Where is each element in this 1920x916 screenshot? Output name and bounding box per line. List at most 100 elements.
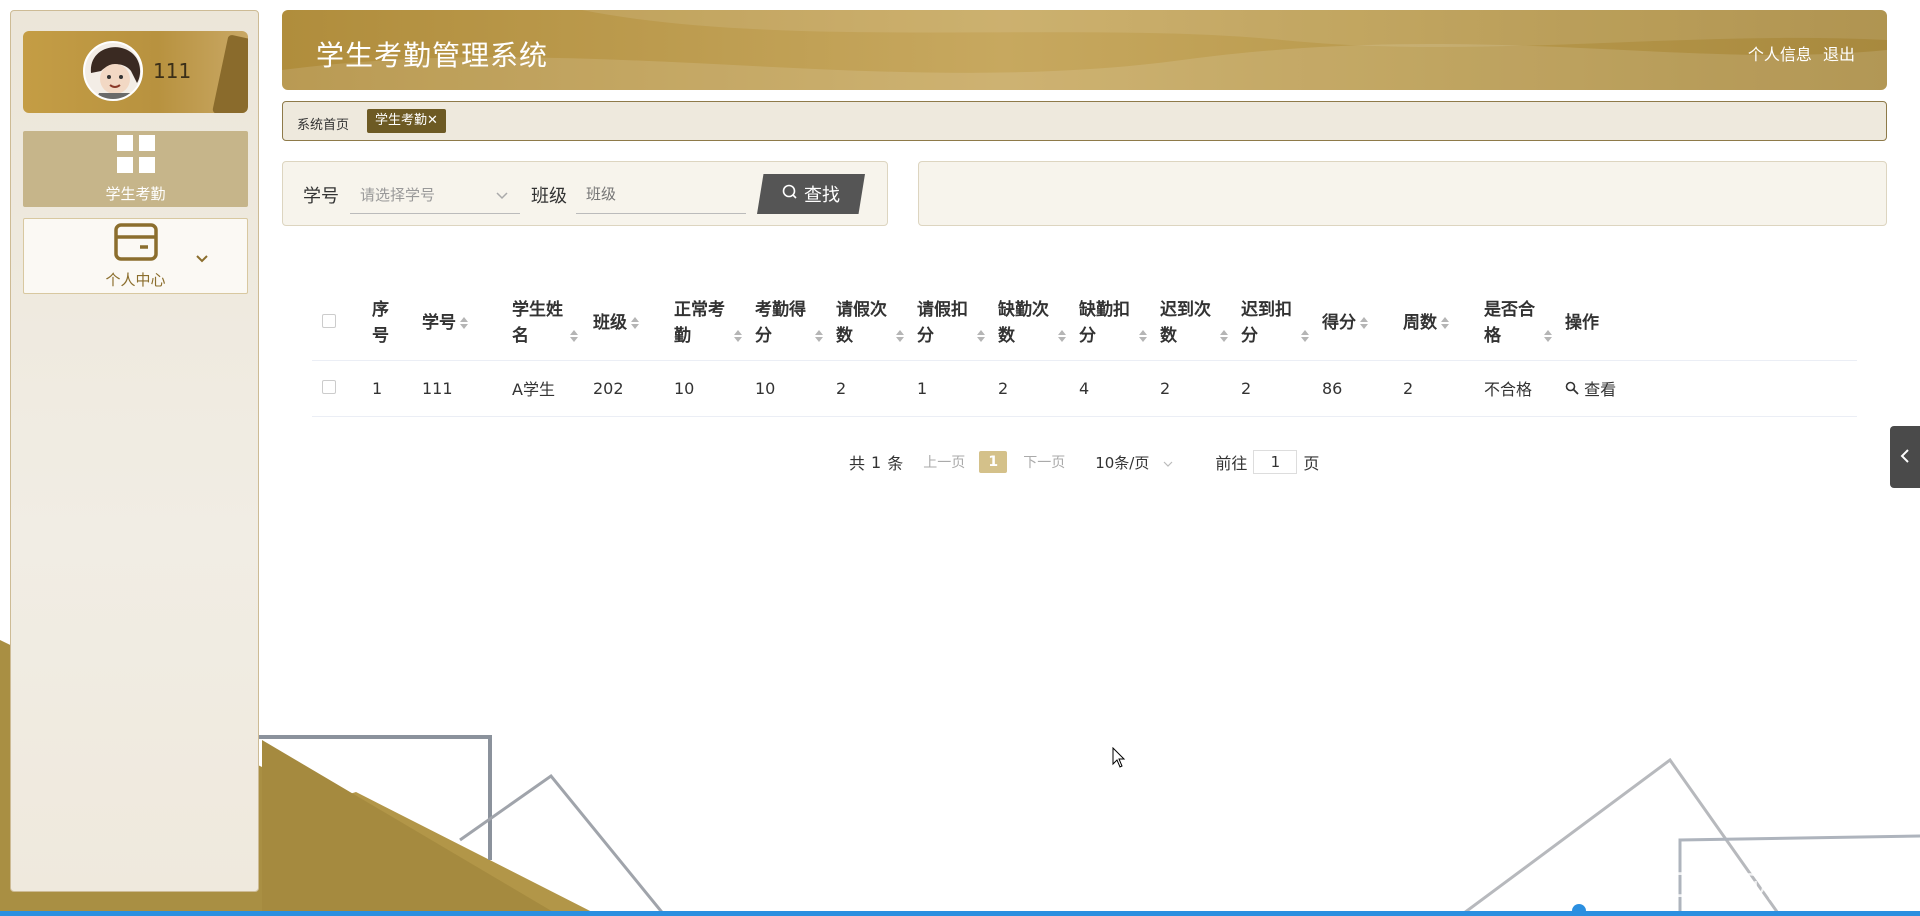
cell-qualified: 不合格 [1474,360,1555,417]
total-suffix: 条 [887,454,904,473]
class-input[interactable] [576,176,746,214]
col-header[interactable]: 学号 [412,287,502,361]
sidebar-item-attendance[interactable]: 学生考勤 [23,131,248,207]
col-header-label: 请假次数 [836,300,887,347]
sort-icon[interactable] [1058,330,1066,343]
cell-actions: 查看 [1555,360,1857,417]
cell-absence-count: 2 [988,360,1069,417]
col-header[interactable]: 缺勤次数 [988,287,1069,361]
sort-icon[interactable] [460,317,468,330]
col-header[interactable]: 请假扣分 [907,287,988,361]
col-header[interactable]: 学生姓名 [502,287,583,361]
table-row: 1 111 A学生 202 10 10 2 1 2 4 2 2 86 2 不合格 [312,360,1857,417]
header: 学生考勤管理系统 个人信息 退出 [282,10,1887,90]
col-header-label: 请假扣分 [917,300,968,347]
sidebar-item-label: 个人中心 [105,270,166,289]
view-button-label: 查看 [1584,380,1617,399]
chevron-down-icon [496,176,508,214]
cell-index: 1 [362,360,412,417]
sort-icon[interactable] [977,330,985,343]
header-links: 个人信息 退出 [1742,41,1855,65]
col-header[interactable]: 迟到次数 [1150,287,1231,361]
side-drawer-toggle[interactable] [1890,426,1920,488]
sort-icon[interactable] [1360,317,1368,330]
tab-student-attendance[interactable]: 学生考勤✕ [367,109,446,133]
col-header[interactable]: 缺勤扣分 [1069,287,1150,361]
page-size-select[interactable]: 10条/页 [1095,452,1173,473]
tabs-bar: 系统首页 学生考勤✕ [282,101,1887,141]
col-header[interactable]: 正常考勤 [664,287,745,361]
logout-link[interactable]: 退出 [1823,45,1855,64]
sort-icon[interactable] [1301,330,1309,343]
page-size-value: 10条/页 [1095,453,1150,472]
col-header-label: 学号 [422,313,456,334]
magnifier-icon [1565,380,1584,399]
tab-home[interactable]: 系统首页 [297,114,349,133]
sort-icon[interactable] [734,330,742,343]
card-icon [113,222,158,265]
col-header-label: 正常考勤 [674,300,725,347]
col-header[interactable]: 周数 [1393,287,1474,361]
col-header[interactable]: 班级 [583,287,664,361]
student-id-placeholder: 请选择学号 [360,186,436,204]
scroll-handle[interactable] [1572,904,1586,916]
col-header-label: 操作 [1565,313,1599,334]
profile-link[interactable]: 个人信息 [1748,45,1812,64]
col-header[interactable]: 迟到扣分 [1231,287,1312,361]
user-name: 111 [153,59,192,83]
sort-icon[interactable] [815,330,823,343]
col-header-label: 得分 [1322,313,1356,334]
user-card-flap [212,34,248,113]
cell-student-name: A学生 [502,360,583,417]
goto-suffix: 页 [1303,454,1320,473]
search-panel: 学号 请选择学号 班级 查找 [282,161,888,226]
sort-icon[interactable] [1220,330,1228,343]
cell-late-count: 2 [1150,360,1231,417]
grid-icon [116,134,155,177]
page-number-current[interactable]: 1 [979,451,1008,473]
mouse-cursor-icon [1112,746,1126,773]
watermark: CSDN @茹茹学姐 [1625,866,1903,906]
search-button-label: 查找 [804,185,840,206]
col-header[interactable]: 是否合格 [1474,287,1555,361]
search-button[interactable]: 查找 [757,174,865,214]
avatar[interactable] [83,41,143,101]
student-id-select[interactable]: 请选择学号 [350,176,520,214]
sort-icon[interactable] [1139,330,1147,343]
sort-icon[interactable] [896,330,904,343]
cell-score: 86 [1312,360,1393,417]
col-header-label: 学生姓名 [512,300,563,347]
pagination: 共 1 条 上一页 1 下一页 10条/页 前往 1 页 [849,449,1319,475]
sort-icon[interactable] [631,317,639,330]
cell-leave-count: 2 [826,360,907,417]
search-icon [782,184,798,205]
view-button[interactable]: 查看 [1565,380,1616,399]
sort-icon[interactable] [1441,317,1449,330]
col-header-label: 序号 [372,300,389,347]
select-all-checkbox[interactable] [322,314,336,329]
bottom-scrollbar [0,911,1920,916]
chevron-down-icon[interactable] [195,249,209,268]
sidebar-item-personal-center[interactable]: 个人中心 [23,218,248,294]
cell-late-deduction: 2 [1231,360,1312,417]
col-header-label: 迟到次数 [1160,300,1211,347]
cell-absence-deduction: 4 [1069,360,1150,417]
goto-page-input[interactable]: 1 [1253,450,1298,474]
cell-leave-deduction: 1 [907,360,988,417]
col-header-label: 周数 [1403,313,1437,334]
col-header-label: 考勤得分 [755,300,806,347]
row-checkbox[interactable] [322,379,336,394]
next-page-button[interactable]: 下一页 [1023,452,1065,472]
attendance-table: 序号 学号 学生姓名 班级 正常考勤 考勤得分 请假次数 请假扣分 缺勤次数 缺… [312,287,1857,417]
chevron-left-icon [1900,448,1910,467]
close-icon[interactable]: ✕ [427,113,438,128]
col-header[interactable]: 请假次数 [826,287,907,361]
sort-icon[interactable] [1544,330,1552,343]
prev-page-button[interactable]: 上一页 [923,452,965,472]
select-all-cell [312,287,362,361]
col-header-label: 迟到扣分 [1241,300,1292,347]
col-header[interactable]: 得分 [1312,287,1393,361]
col-header[interactable]: 考勤得分 [745,287,826,361]
cell-class: 202 [583,360,664,417]
sort-icon[interactable] [570,330,578,343]
